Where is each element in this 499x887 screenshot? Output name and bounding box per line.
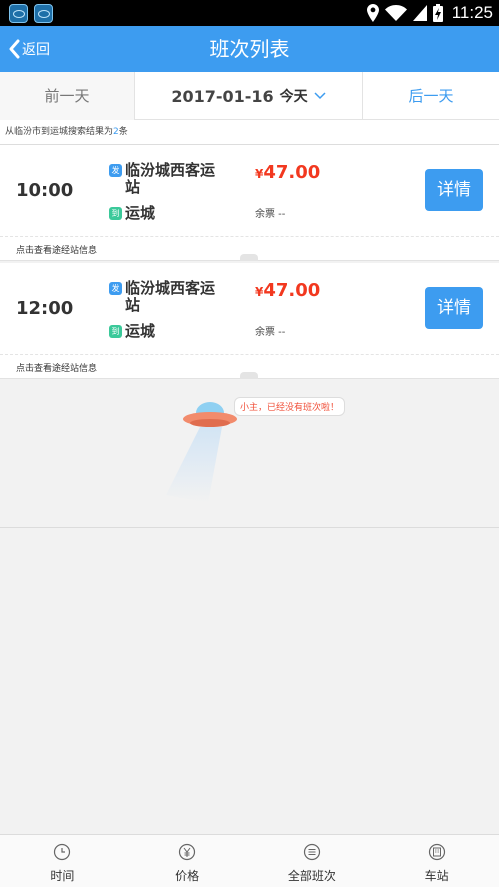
back-label: 返回: [22, 42, 50, 58]
departure-time: 10:00: [16, 180, 74, 201]
detail-button[interactable]: 详情: [425, 169, 483, 211]
departure-time: 12:00: [16, 298, 74, 319]
back-button[interactable]: 返回: [8, 26, 50, 72]
station-info: 发 临汾城西客运站 到 运城: [109, 280, 219, 340]
search-result-summary: 从临汾市到运城搜索结果为2条: [0, 120, 499, 145]
status-bar: 11:25: [0, 0, 499, 26]
tab-label: 时间: [50, 869, 75, 883]
trip-card: 12:00 发 临汾城西客运站 到 运城 ¥47.00 余票 -- 详情 点击查…: [0, 263, 499, 379]
station-info: 发 临汾城西客运站 到 运城: [109, 162, 219, 222]
ticket-price: ¥47.00: [255, 162, 320, 183]
from-row: 发 临汾城西客运站: [109, 162, 219, 196]
app-header: 班次列表 返回: [0, 26, 499, 72]
station-icon: [428, 843, 445, 861]
trip-card: 10:00 发 临汾城西客运站 到 运城 ¥47.00 余票 -- 详情 点击查…: [0, 145, 499, 261]
bottom-tab-bar: 时间 价格 全部班次 车站: [0, 834, 499, 887]
wifi-icon: [385, 5, 407, 21]
summary-prefix: 从临汾市到运城搜索结果为: [5, 127, 114, 137]
page-title: 班次列表: [209, 37, 290, 61]
remaining-seats: 余票 --: [255, 209, 286, 220]
to-station: 运城: [125, 204, 156, 222]
price-value: 47.00: [263, 280, 321, 301]
arrive-tag: 到: [109, 207, 122, 220]
tab-time[interactable]: 时间: [0, 835, 125, 887]
depart-tag: 发: [109, 282, 122, 295]
tab-label: 价格: [175, 869, 200, 883]
from-station: 临汾城西客运站: [125, 161, 216, 196]
clock-icon: [54, 843, 71, 861]
tab-price[interactable]: 价格: [125, 835, 250, 887]
detail-button[interactable]: 详情: [425, 287, 483, 329]
status-time: 11:25: [451, 3, 493, 22]
end-of-list: 小主，已经没有班次啦！: [0, 380, 499, 528]
list-icon: [303, 843, 320, 861]
tab-label: 全部班次: [287, 869, 336, 883]
today-label: 今天: [279, 89, 308, 105]
status-icons: [367, 3, 443, 23]
remaining-seats: 余票 --: [255, 327, 286, 338]
price-value: 47.00: [263, 162, 321, 183]
empty-message: 小主，已经没有班次啦！: [234, 397, 346, 416]
via-stations-link[interactable]: 点击查看途经站信息: [16, 361, 97, 374]
next-day-button[interactable]: 后一天: [362, 72, 499, 120]
battery-icon: [433, 4, 443, 22]
chevron-left-icon: [9, 39, 20, 59]
location-icon: [367, 4, 379, 22]
tab-station[interactable]: 车站: [374, 835, 499, 887]
expand-handle[interactable]: [240, 254, 258, 261]
prev-day-button[interactable]: 前一天: [0, 72, 135, 120]
to-row: 到 运城: [109, 205, 219, 222]
tab-label: 车站: [424, 869, 449, 883]
divider: [0, 236, 499, 237]
expand-handle[interactable]: [240, 372, 258, 379]
tab-all-trips[interactable]: 全部班次: [250, 835, 375, 887]
current-date: 2017-01-16: [171, 86, 274, 106]
chevron-down-icon: [314, 92, 326, 100]
date-picker[interactable]: 2017-01-16 今天: [135, 72, 362, 120]
price-icon: [179, 843, 196, 861]
app-icon: [9, 4, 28, 23]
depart-tag: 发: [109, 164, 122, 177]
from-row: 发 临汾城西客运站: [109, 280, 219, 314]
from-station: 临汾城西客运站: [125, 279, 216, 314]
to-row: 到 运城: [109, 323, 219, 340]
divider: [0, 354, 499, 355]
date-selector: 前一天 2017-01-16 今天 后一天: [0, 72, 499, 120]
to-station: 运城: [125, 322, 156, 340]
ticket-price: ¥47.00: [255, 280, 320, 301]
summary-suffix: 条: [118, 127, 128, 137]
app-icon: [34, 4, 53, 23]
signal-icon: [413, 5, 427, 21]
arrive-tag: 到: [109, 325, 122, 338]
via-stations-link[interactable]: 点击查看途经站信息: [16, 243, 97, 256]
